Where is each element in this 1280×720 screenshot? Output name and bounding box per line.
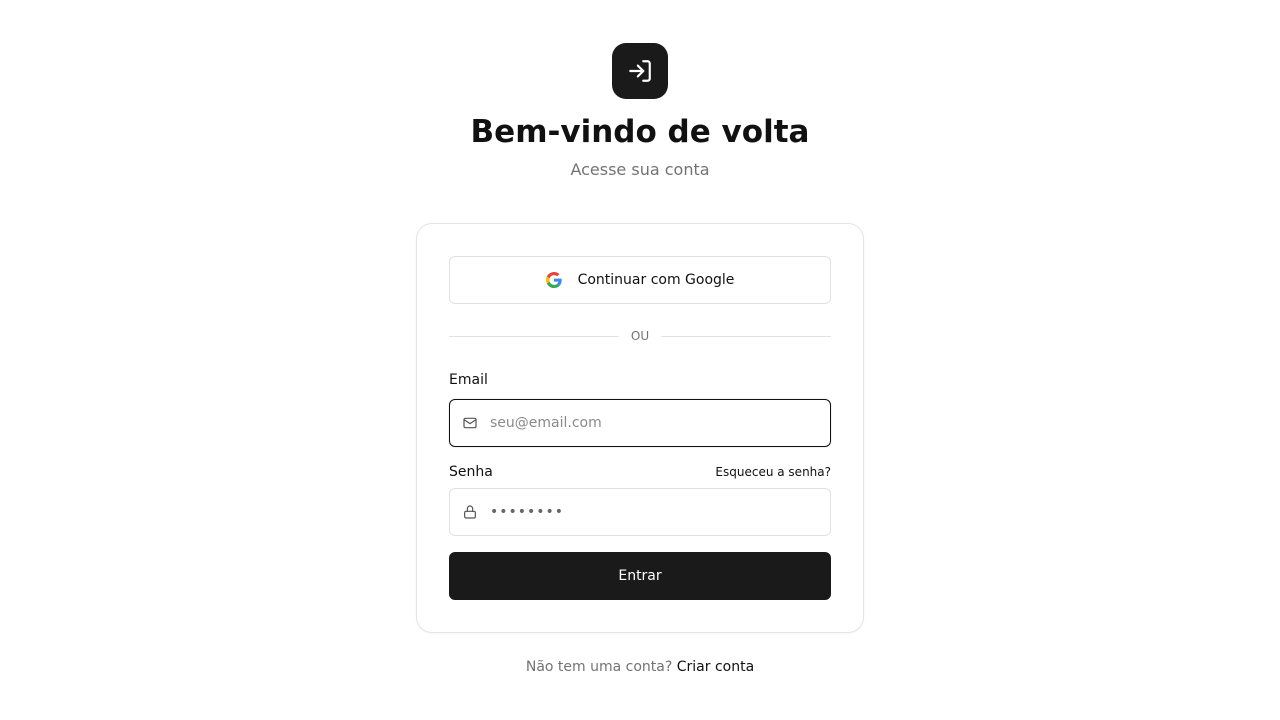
create-account-link[interactable]: Criar conta [677,659,754,675]
google-icon [545,272,562,288]
forgot-password-link[interactable]: Esqueceu a senha? [715,465,831,479]
google-signin-button[interactable]: Continuar com Google [449,256,831,304]
mail-icon [462,415,478,431]
signup-prompt: Não tem uma conta? Criar conta [0,657,1280,677]
signup-prompt-text: Não tem uma conta? [525,659,673,675]
divider-line-right [661,335,832,337]
lock-icon [462,504,478,520]
log-in-icon [629,60,651,82]
divider-line-left [449,335,619,337]
password-input[interactable]: •••••••• [490,504,564,520]
password-field[interactable]: •••••••• [449,488,831,536]
logo-badge [612,43,668,99]
password-label: Senha [449,464,493,480]
submit-button[interactable]: Entrar [449,552,831,600]
email-field[interactable] [449,399,831,447]
login-page: Bem-vindo de volta Acesse sua conta Cont… [0,0,1280,720]
google-signin-label: Continuar com Google [577,272,735,288]
email-input[interactable] [490,415,820,431]
divider-text: OU [630,329,650,343]
email-label: Email [449,372,488,388]
page-subtitle: Acesse sua conta [570,160,710,179]
login-card: Continuar com Google OU Email Senha Esqu… [416,223,864,633]
or-divider: OU [449,326,832,346]
page-title: Bem-vindo de volta [470,114,810,150]
